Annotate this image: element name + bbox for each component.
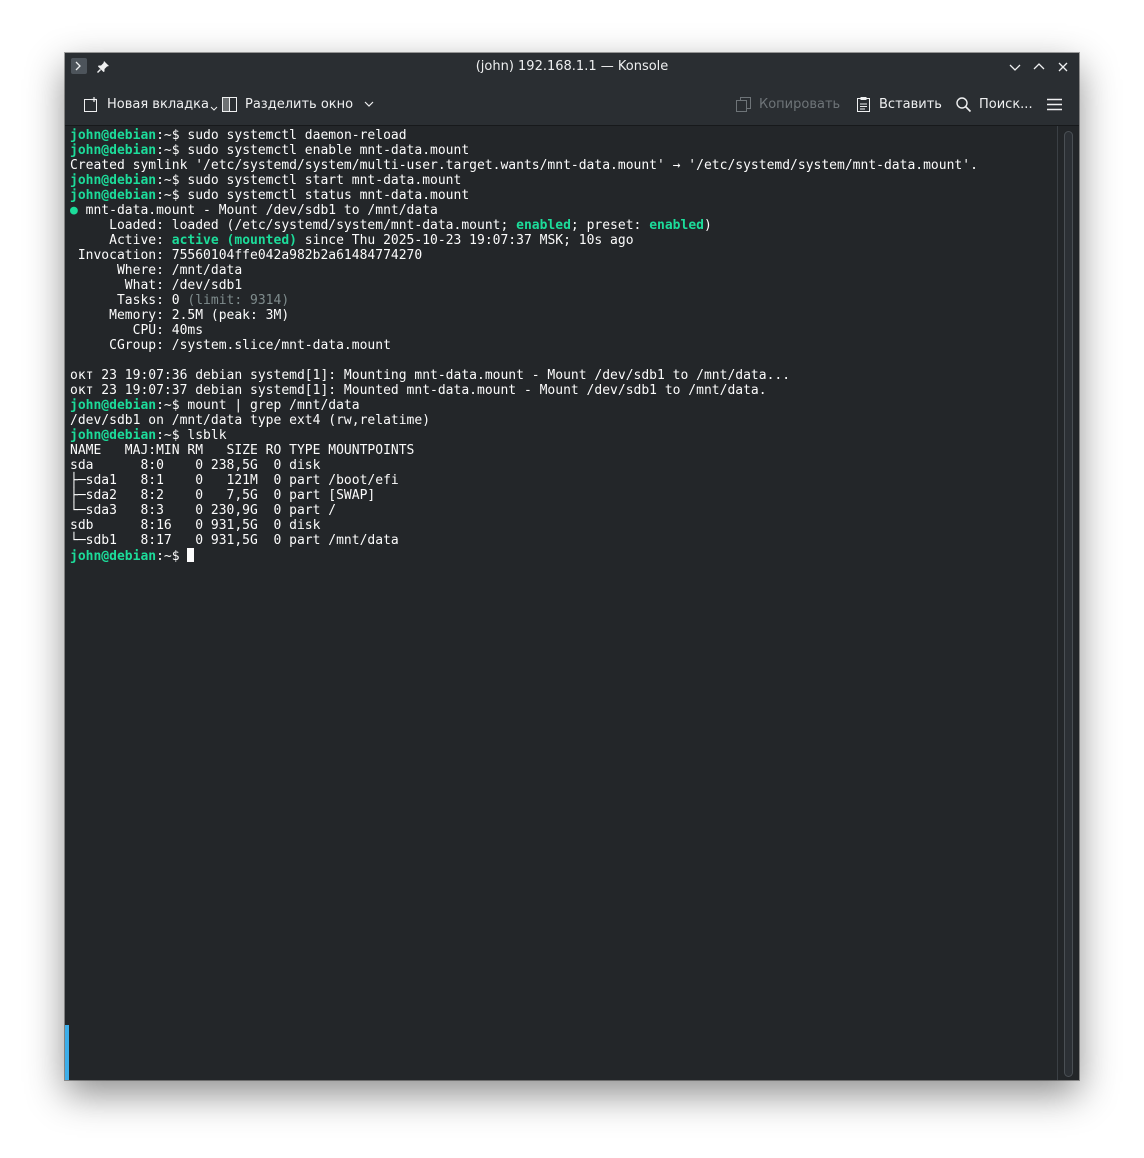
paste-button[interactable]: Вставить [855, 94, 942, 114]
lsblk-row: sdb 8:16 0 931,5G 0 disk [70, 518, 321, 533]
split-view-label: Разделить окно [245, 96, 354, 112]
hamburger-menu-icon [1047, 98, 1062, 110]
output-line: Created symlink '/etc/systemd/system/mul… [70, 158, 978, 173]
command-text: lsblk [187, 428, 227, 443]
vertical-scrollbar[interactable] [1057, 126, 1079, 1080]
output-line: Invocation: 75560104ffe042a982b2a6148477… [70, 248, 423, 263]
konsole-window: (john) 192.168.1.1 — Konsole Новая вклад… [65, 53, 1079, 1080]
prompt-path: :~ [156, 398, 172, 413]
enabled-state: enabled [516, 218, 571, 233]
split-view-icon [222, 96, 237, 112]
split-view-button[interactable]: Разделить окно [221, 94, 382, 114]
lsblk-row: sda 8:0 0 238,5G 0 disk [70, 458, 321, 473]
terminal-text: john@debian:~$ sudo systemctl daemon-rel… [70, 128, 978, 564]
paste-label: Вставить [879, 96, 942, 112]
hamburger-menu-button[interactable] [1046, 94, 1070, 114]
new-tab-label: Новая вкладка [107, 96, 209, 112]
output-line: ) [704, 218, 712, 233]
command-text: sudo systemctl daemon-reload [187, 128, 407, 143]
lsblk-row: ├─sda1 8:1 0 121M 0 part /boot/efi [70, 473, 399, 488]
prompt-user-host: john@debian [70, 549, 157, 564]
copy-icon [736, 96, 751, 112]
output-line: What: /dev/sdb1 [70, 278, 243, 293]
lsblk-row: ├─sda2 8:2 0 7,5G 0 part [SWAP] [70, 488, 376, 503]
chevron-down-icon [210, 106, 218, 111]
output-line: /dev/sdb1 on /mnt/data type ext4 (rw,rel… [70, 413, 431, 428]
copy-button[interactable]: Копировать [735, 94, 840, 114]
search-label: Поиск... [979, 96, 1033, 112]
output-line: since Thu 2025-10-23 19:07:37 MSK; 10s a… [296, 233, 634, 248]
output-line: CGroup: /system.slice/mnt-data.mount [70, 338, 391, 353]
prompt-path: :~ [156, 143, 172, 158]
prompt-user-host: john@debian [70, 398, 157, 413]
output-line: mnt-data.mount - Mount /dev/sdb1 to /mnt… [77, 203, 438, 218]
terminal-output-area[interactable]: john@debian:~$ sudo systemctl daemon-rel… [65, 126, 1057, 1080]
prompt-user-host: john@debian [70, 428, 157, 443]
prompt-user-host: john@debian [70, 128, 157, 143]
output-line: Tasks: 0 [70, 293, 188, 308]
output-line: Memory: 2.5M (peak: 3M) [70, 308, 290, 323]
copy-label: Копировать [759, 96, 841, 112]
prompt-symbol: $ [171, 143, 188, 158]
tasks-limit: (limit: 9314) [187, 293, 290, 308]
command-text: sudo systemctl status mnt-data.mount [187, 188, 470, 203]
paste-icon [857, 96, 870, 112]
status-dot-icon: ● [70, 203, 78, 218]
prompt-user-host: john@debian [70, 143, 157, 158]
main-toolbar: Новая вкладка Разделить окно Копировать … [65, 82, 1079, 126]
prompt-path: :~ [156, 173, 172, 188]
prompt-user-host: john@debian [70, 188, 157, 203]
prompt-symbol: $ [171, 549, 188, 564]
scrollbar-groove[interactable] [1064, 131, 1073, 1077]
prompt-path: :~ [156, 188, 172, 203]
prompt-path: :~ [156, 128, 172, 143]
prompt-symbol: $ [171, 188, 188, 203]
chevron-down-icon [364, 101, 374, 107]
lsblk-row: └─sda3 8:3 0 230,9G 0 part / [70, 503, 337, 518]
journal-line: окт 23 19:07:37 debian systemd[1]: Mount… [70, 383, 767, 398]
command-text: sudo systemctl enable mnt-data.mount [187, 143, 470, 158]
output-line: Loaded: loaded (/etc/systemd/system/mnt-… [70, 218, 517, 233]
close-icon[interactable] [1055, 59, 1071, 75]
new-tab-button[interactable]: Новая вкладка [83, 94, 218, 114]
window-title: (john) 192.168.1.1 — Konsole [475, 59, 669, 74]
lsblk-row: └─sdb1 8:17 0 931,5G 0 part /mnt/data [70, 533, 399, 548]
output-line: Active: [70, 233, 172, 248]
prompt-symbol: $ [171, 428, 188, 443]
prompt-symbol: $ [171, 128, 188, 143]
preset-state: enabled [649, 218, 704, 233]
text-cursor [187, 548, 195, 562]
search-button[interactable]: Поиск... [955, 94, 1033, 114]
prompt-path: :~ [156, 428, 172, 443]
command-text: sudo systemctl start mnt-data.mount [187, 173, 462, 188]
journal-line: окт 23 19:07:36 debian systemd[1]: Mount… [70, 368, 791, 383]
prompt-user-host: john@debian [70, 173, 157, 188]
title-bar[interactable]: (john) 192.168.1.1 — Konsole [65, 53, 1079, 82]
output-line: CPU: 40ms [70, 323, 204, 338]
output-line: Where: /mnt/data [70, 263, 243, 278]
active-state: active (mounted) [171, 233, 297, 248]
output-line: ; preset: [570, 218, 650, 233]
prompt-symbol: $ [171, 173, 188, 188]
maximize-chevron-up-icon[interactable] [1031, 59, 1047, 75]
scroll-marker [65, 1025, 69, 1080]
command-text: mount | grep /mnt/data [187, 398, 360, 413]
new-tab-icon [84, 96, 97, 112]
prompt-symbol: $ [171, 398, 188, 413]
prompt-path: :~ [156, 549, 172, 564]
minimize-chevron-down-icon[interactable] [1007, 59, 1023, 75]
search-icon [956, 96, 972, 112]
lsblk-header: NAME MAJ:MIN RM SIZE RO TYPE MOUNTPOINTS [70, 443, 415, 458]
